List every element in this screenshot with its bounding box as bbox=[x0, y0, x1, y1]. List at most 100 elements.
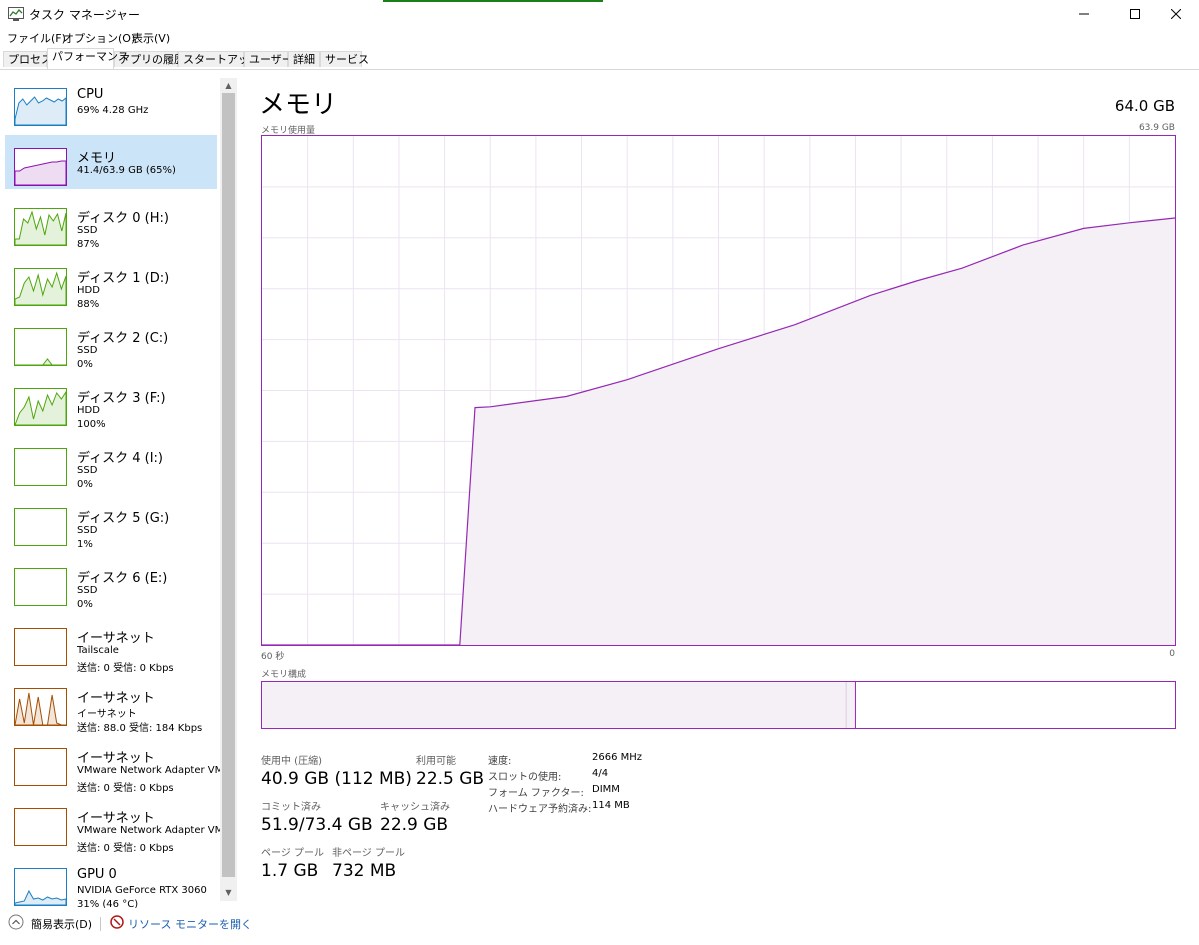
cached-label: キャッシュ済み bbox=[380, 802, 450, 813]
disk-graph-icon bbox=[14, 328, 67, 366]
sidebar-item-8[interactable]: ディスク 6 (E:) SSD 0% bbox=[5, 561, 217, 615]
performance-sidebar: CPU 69% 4.28 GHz メモリ 41.4/63.9 GB (65%) ディスク… bbox=[0, 70, 237, 908]
nonpaged-pool-value: 732 MB bbox=[332, 861, 397, 881]
maximize-button[interactable] bbox=[1112, 0, 1158, 28]
x-axis-right-label: 0 bbox=[1169, 649, 1175, 659]
sidebar-item-0[interactable]: CPU 69% 4.28 GHz bbox=[5, 81, 217, 135]
sidebar-item-title: GPU 0 bbox=[77, 867, 117, 882]
minimize-button[interactable] bbox=[1061, 0, 1107, 28]
sidebar-scroll-thumb[interactable] bbox=[222, 93, 235, 877]
memory-graph-icon bbox=[14, 148, 67, 186]
sidebar-item-title: イーサネット bbox=[77, 631, 155, 646]
sidebar-item-11[interactable]: イーサネット VMware Network Adapter VM 送信: 0 受信:… bbox=[5, 741, 223, 795]
composition-modified bbox=[846, 682, 856, 728]
sidebar-item-5[interactable]: ディスク 3 (F:) HDD 100% bbox=[5, 381, 217, 435]
sidebar-item-12[interactable]: イーサネット VMware Network Adapter VM 送信: 0 受信:… bbox=[5, 801, 223, 855]
sidebar-item-line2: SSD bbox=[77, 225, 98, 236]
ethernet-graph-icon bbox=[14, 748, 67, 786]
sidebar-item-line3: 0% bbox=[77, 359, 93, 370]
sidebar-item-4[interactable]: ディスク 2 (C:) SSD 0% bbox=[5, 321, 217, 375]
chevron-up-circle-icon[interactable] bbox=[8, 914, 24, 930]
title-accent-line bbox=[383, 0, 603, 2]
tab-startup[interactable]: スタートアップ bbox=[178, 51, 260, 67]
hardware-reserved-label: ハードウェア予約済み: bbox=[488, 804, 592, 815]
sidebar-item-title: ディスク 3 (F:) bbox=[77, 391, 166, 406]
available-label: 利用可能 bbox=[416, 756, 456, 767]
sidebar-item-line3: 88% bbox=[77, 299, 100, 310]
sidebar-item-line3: 送信: 88.0 受信: 184 Kbps bbox=[77, 723, 203, 734]
menu-view[interactable]: 表示(V) bbox=[132, 30, 170, 46]
tab-users[interactable]: ユーザー bbox=[244, 51, 293, 67]
resource-monitor-icon bbox=[110, 915, 124, 929]
form-factor-label: フォーム ファクター: bbox=[488, 788, 584, 799]
sidebar-item-10[interactable]: イーサネット イーサネット 送信: 88.0 受信: 184 Kbps bbox=[5, 681, 217, 735]
disk-graph-icon bbox=[14, 268, 67, 306]
disk-graph-icon bbox=[14, 568, 67, 606]
nonpaged-pool-label: 非ページ プール bbox=[332, 848, 405, 859]
composition-in-use bbox=[262, 682, 847, 728]
usage-graph-max: 63.9 GB bbox=[1138, 123, 1175, 133]
footer: 簡易表示(D) リソース モニターを開く bbox=[0, 908, 1199, 945]
tab-performance[interactable]: パフォーマンス bbox=[47, 48, 129, 69]
maximize-icon bbox=[1130, 9, 1140, 19]
sidebar-item-line3: 送信: 0 受信: 0 Kbps bbox=[77, 783, 174, 794]
page-title: メモリ bbox=[259, 90, 338, 120]
tab-processes[interactable]: プロセス bbox=[3, 51, 52, 67]
sidebar-item-line2: SSD bbox=[77, 465, 98, 476]
sidebar-item-line3: 0% bbox=[77, 599, 93, 610]
menu-bar: ファイル(F) オプション(O) 表示(V) bbox=[0, 28, 1199, 47]
sidebar-item-title: イーサネット bbox=[77, 751, 155, 766]
sidebar-item-line2: イーサネット bbox=[77, 709, 137, 720]
sidebar-item-title: ディスク 5 (G:) bbox=[77, 511, 170, 526]
open-resource-monitor-link[interactable]: リソース モニターを開く bbox=[128, 916, 252, 932]
footer-divider bbox=[100, 917, 101, 931]
sidebar-item-9[interactable]: イーサネット Tailscale 送信: 0 受信: 0 Kbps bbox=[5, 621, 217, 675]
sidebar-item-title: ディスク 1 (D:) bbox=[77, 271, 170, 286]
sidebar-item-line3: 1% bbox=[77, 539, 93, 550]
sidebar-item-line3: 87% bbox=[77, 239, 100, 250]
sidebar-item-7[interactable]: ディスク 5 (G:) SSD 1% bbox=[5, 501, 217, 555]
menu-options[interactable]: オプション(O) bbox=[63, 30, 135, 46]
disk-graph-icon bbox=[14, 448, 67, 486]
sidebar-item-2[interactable]: ディスク 0 (H:) SSD 87% bbox=[5, 201, 217, 255]
sidebar-item-line3: 送信: 0 受信: 0 Kbps bbox=[77, 663, 174, 674]
tab-details[interactable]: 詳細 bbox=[288, 51, 320, 67]
scroll-up-arrow-icon[interactable]: ▲ bbox=[220, 79, 237, 93]
sidebar-item-line2: VMware Network Adapter VM bbox=[77, 825, 224, 836]
sidebar-item-line2: SSD bbox=[77, 585, 98, 596]
ethernet-graph-icon bbox=[14, 808, 67, 846]
sidebar-item-title: ディスク 6 (E:) bbox=[77, 571, 168, 586]
sidebar-item-3[interactable]: ディスク 1 (D:) HDD 88% bbox=[5, 261, 217, 315]
tab-bar: プロセス パフォーマンス アプリの履歴 スタートアップ ユーザー 詳細 サービス bbox=[0, 47, 1199, 70]
ethernet-graph-icon bbox=[14, 628, 67, 666]
memory-total: 64.0 GB bbox=[1114, 97, 1175, 115]
sidebar-item-title: メモリ bbox=[77, 151, 117, 166]
sidebar-item-title: ディスク 0 (H:) bbox=[77, 211, 169, 226]
speed-label: 速度: bbox=[488, 756, 512, 767]
slots-used-value: 4/4 bbox=[592, 768, 609, 779]
title-bar[interactable]: タスク マネージャー bbox=[0, 0, 1199, 28]
fewer-details-link[interactable]: 簡易表示(D) bbox=[31, 916, 92, 932]
sidebar-item-title: イーサネット bbox=[77, 691, 155, 706]
tab-services[interactable]: サービス bbox=[320, 51, 369, 67]
paged-pool-value: 1.7 GB bbox=[261, 861, 319, 881]
sidebar-item-title: CPU bbox=[77, 87, 104, 102]
sidebar-item-6[interactable]: ディスク 4 (I:) SSD 0% bbox=[5, 441, 217, 495]
sidebar-item-line3: 0% bbox=[77, 479, 93, 490]
sidebar-item-line2: 41.4/63.9 GB (65%) bbox=[77, 165, 176, 176]
minimize-icon bbox=[1079, 13, 1089, 15]
scroll-down-arrow-icon[interactable]: ▼ bbox=[220, 886, 237, 900]
sidebar-item-line3: 送信: 0 受信: 0 Kbps bbox=[77, 843, 174, 854]
menu-file[interactable]: ファイル(F) bbox=[7, 30, 66, 46]
speed-value: 2666 MHz bbox=[592, 752, 643, 763]
in-use-value: 40.9 GB (112 MB) bbox=[261, 769, 412, 789]
sidebar-item-line2: HDD bbox=[77, 285, 100, 296]
disk-graph-icon bbox=[14, 388, 67, 426]
sidebar-item-1[interactable]: メモリ 41.4/63.9 GB (65%) bbox=[5, 135, 217, 189]
gpu-graph-icon bbox=[14, 868, 67, 906]
sidebar-item-line3: 31% (46 °C) bbox=[77, 899, 139, 908]
disk-graph-icon bbox=[14, 208, 67, 246]
close-button[interactable] bbox=[1153, 0, 1199, 28]
memory-composition-bar bbox=[261, 681, 1176, 729]
sidebar-item-13[interactable]: GPU 0 NVIDIA GeForce RTX 3060 31% (46 °C) bbox=[5, 861, 217, 908]
